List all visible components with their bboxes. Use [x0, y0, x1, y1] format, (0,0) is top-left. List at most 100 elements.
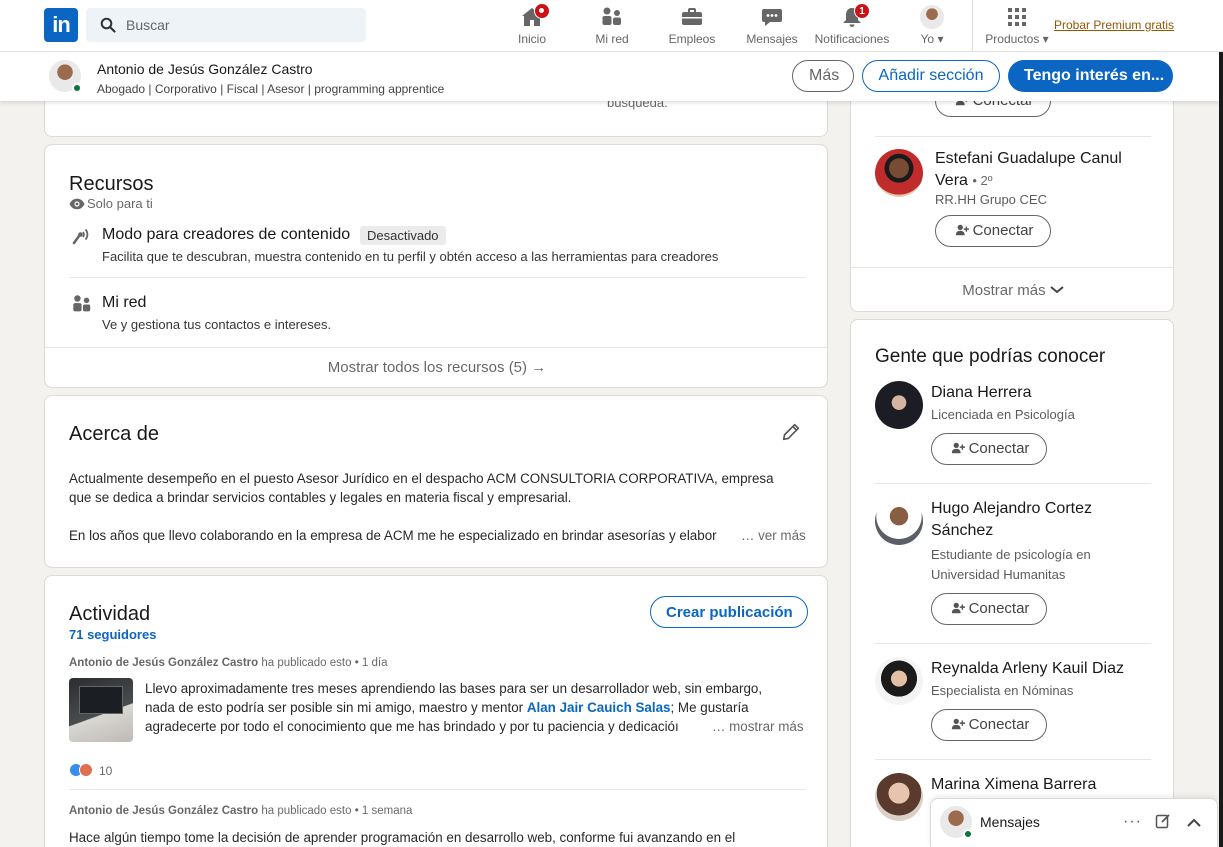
about-card: Acerca de Actualmente desempeño en el pu… — [44, 395, 828, 568]
grid-icon — [1005, 5, 1029, 29]
post-author[interactable]: Antonio de Jesús González Castro — [69, 805, 258, 817]
premium-link[interactable]: Probar Premium gratis — [1054, 18, 1174, 32]
online-status-dot — [963, 829, 973, 839]
post-thumbnail[interactable] — [69, 678, 133, 742]
post-author[interactable]: Antonio de Jesús González Castro — [69, 657, 258, 669]
search-box[interactable] — [86, 8, 366, 42]
messaging-icon — [760, 5, 784, 29]
show-more-button[interactable]: Mostrar más — [851, 267, 1173, 311]
messaging-overlay-bar[interactable]: Mensajes ··· — [930, 798, 1218, 847]
post-text-segment: ; Me gustaría — [670, 700, 749, 715]
person-avatar[interactable] — [875, 657, 923, 705]
resource-item-desc: Ve y gestiona tus contactos e intereses. — [102, 317, 332, 332]
notification-count-badge: 1 — [854, 3, 870, 19]
resource-item-title: Modo para creadores de contenido — [102, 226, 351, 243]
status-pill: Desactivado — [360, 226, 446, 245]
resource-item-my-network[interactable]: Mi red Ve y gestiona tus contactos e int… — [69, 291, 805, 341]
connect-label: Conectar — [968, 599, 1030, 617]
person-name-line: Estefani Guadalupe Canul — [935, 150, 1122, 167]
connect-button[interactable]: Conectar — [931, 593, 1047, 625]
open-to-button[interactable]: Tengo interés en... — [1008, 60, 1173, 92]
about-title: Acerca de — [69, 423, 160, 445]
person-name[interactable]: Estefani Guadalupe Canul Vera • 2º — [935, 148, 1122, 192]
about-line: Actualmente desempeño en el puesto Aseso… — [69, 471, 774, 486]
nav-me[interactable]: Yo ▾ — [908, 0, 956, 52]
person-name[interactable]: Reynalda Arleny Kauil Diaz — [931, 658, 1124, 680]
show-more-link[interactable]: … mostrar más — [712, 717, 804, 736]
mention-link[interactable]: Alan Jair Cauich Salas — [527, 700, 671, 715]
connect-button[interactable]: Conectar — [931, 709, 1047, 741]
linkedin-logo[interactable]: in — [44, 8, 78, 42]
about-line: En los años que llevo colaborando en la … — [69, 528, 717, 543]
nav-label: Notificaciones — [814, 32, 890, 46]
person-subtitle: Especialista en Nóminas — [931, 683, 1074, 698]
person-name[interactable]: Marina Ximena Barrera — [931, 774, 1096, 796]
nav-notifications[interactable]: 1 Notificaciones — [812, 0, 892, 52]
post-meta: ha publicado esto • 1 semana — [261, 805, 413, 817]
divider — [69, 277, 805, 278]
person-subtitle: RR.HH Grupo CEC — [935, 192, 1047, 207]
person-avatar[interactable] — [875, 497, 923, 545]
people-you-may-know-card: Gente que podrías conocer Diana Herrera … — [850, 319, 1174, 847]
connect-label: Conectar — [972, 221, 1034, 239]
online-status-dot — [72, 83, 82, 93]
resources-title: Recursos — [69, 173, 154, 195]
search-input[interactable] — [126, 8, 356, 42]
search-icon — [100, 17, 116, 38]
person-avatar[interactable] — [875, 149, 923, 197]
post-line[interactable]: Hace algún tiempo tome la decisión de ap… — [69, 828, 735, 847]
nav-jobs[interactable]: Empleos — [664, 0, 720, 52]
add-section-button[interactable]: Añadir sección — [862, 60, 1000, 92]
resource-item-creator-mode[interactable]: Modo para creadores de contenido Desacti… — [69, 223, 805, 279]
person-subtitle: Licenciada en Psicología — [931, 407, 1075, 422]
compose-icon[interactable] — [1155, 813, 1171, 834]
see-more-link[interactable]: … ver más — [741, 526, 806, 545]
nav-products[interactable]: Productos ▾ — [982, 0, 1052, 52]
home-icon — [520, 3, 550, 29]
connect-button[interactable]: Conectar — [935, 215, 1051, 247]
show-more-label: Mostrar más — [962, 282, 1046, 299]
divider — [875, 759, 1151, 760]
chevron-down-icon — [1050, 267, 1064, 311]
global-nav: in Inicio Mi red Empleos Mensajes — [0, 0, 1223, 52]
about-text: Actualmente desempeño en el puesto Aseso… — [69, 469, 774, 507]
window-edge — [1219, 0, 1223, 847]
nav-separator — [972, 0, 973, 52]
person-name[interactable]: Hugo Alejandro Cortez Sánchez — [931, 498, 1092, 542]
activity-title: Actividad — [69, 603, 151, 625]
more-options-icon[interactable]: ··· — [1123, 813, 1142, 831]
nav-label: Mensajes — [746, 32, 798, 46]
chevron-up-icon[interactable] — [1187, 815, 1201, 833]
profile-headline: Abogado | Corporativo | Fiscal | Asesor … — [97, 82, 445, 96]
nav-label: Productos — [985, 32, 1040, 46]
person-name[interactable]: Diana Herrera — [931, 382, 1031, 404]
network-icon — [600, 5, 624, 29]
nav-label: Mi red — [595, 32, 629, 46]
notification-dot — [534, 3, 550, 19]
add-person-icon — [951, 441, 965, 459]
people-title: Gente que podrías conocer — [875, 346, 1106, 367]
pencil-edit-icon[interactable] — [780, 421, 802, 448]
visibility-label: Solo para ti — [87, 196, 153, 211]
nav-label: Inicio — [517, 32, 546, 46]
post-meta: ha publicado esto • 1 día — [261, 657, 388, 669]
person-subtitle-line: Universidad Humanitas — [931, 567, 1066, 582]
nav-home[interactable]: Inicio — [506, 0, 558, 52]
show-all-resources-link[interactable]: Mostrar todos los recursos (5) → — [45, 347, 827, 387]
followers-link[interactable]: 71 seguidores — [69, 627, 156, 642]
eye-icon — [69, 198, 85, 213]
person-avatar[interactable] — [875, 773, 923, 821]
caret-down-icon: ▾ — [1042, 32, 1049, 46]
connect-button[interactable]: Conectar — [931, 433, 1047, 465]
person-avatar[interactable] — [875, 381, 923, 429]
nav-my-network[interactable]: Mi red — [586, 0, 638, 52]
nav-messaging[interactable]: Mensajes — [744, 0, 800, 52]
love-reaction-icon — [79, 763, 93, 777]
post-text[interactable]: Llevo aproximadamente tres meses aprendi… — [145, 679, 762, 736]
more-button[interactable]: Más — [792, 60, 854, 92]
resource-item-desc: Facilita que te descubran, muestra conte… — [102, 249, 719, 264]
monitor-image — [79, 686, 123, 714]
nav-me-label: Yo ▾ — [908, 32, 956, 46]
add-person-icon — [951, 717, 965, 735]
create-post-button[interactable]: Crear publicación — [650, 596, 808, 628]
